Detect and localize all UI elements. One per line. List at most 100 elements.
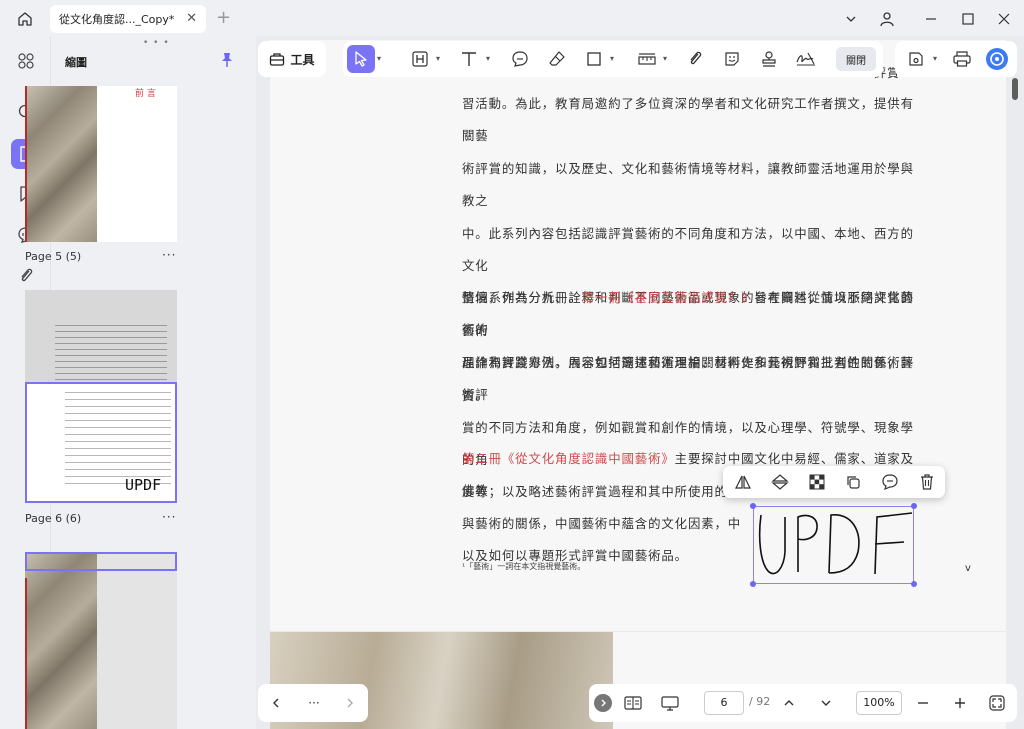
text-run: 整個系列共分九冊。 <box>462 290 582 305</box>
page-thumbnail[interactable] <box>25 552 177 729</box>
tools-button[interactable]: 工具 <box>258 41 326 77</box>
book-title-link: 第二冊《從文化角度認識中國藝術》 <box>462 451 675 466</box>
duplicate-icon[interactable] <box>841 471 865 493</box>
document-tab-title: 從文化角度認..._Copy* <box>59 13 175 26</box>
thumbnail-more-button[interactable]: ··· <box>162 248 176 262</box>
account-icon[interactable] <box>874 6 900 32</box>
page-mark: v <box>965 563 971 574</box>
flip-horizontal-icon[interactable] <box>731 471 755 493</box>
pin-icon[interactable] <box>220 52 234 72</box>
view-control-bar: 6 / 92 100% <box>589 684 1017 722</box>
save-icon[interactable] <box>902 45 930 73</box>
print-icon[interactable] <box>948 45 976 73</box>
measure-icon[interactable] <box>633 45 661 73</box>
text-line: 中。此系列內容包括認識評賞藝術的不同角度和方法，以中國、本地、西方的文化 <box>462 225 914 274</box>
previous-icon[interactable] <box>266 693 286 713</box>
text-line: 整個系列共分九冊。第一冊《甚麼是藝術評賞？》旨在闡述從情境脈絡評賞藝術的 <box>462 282 922 347</box>
toolbox-icon <box>270 53 285 66</box>
eraser-icon[interactable] <box>543 45 571 73</box>
comment-icon[interactable] <box>878 471 902 493</box>
fit-page-icon[interactable] <box>987 693 1007 713</box>
chevron-down-icon[interactable]: ▾ <box>933 54 937 63</box>
ai-assistant-icon[interactable] <box>983 45 1011 73</box>
thumbnail-image <box>25 552 97 729</box>
close-annotation-button[interactable]: 關閉 <box>836 47 876 71</box>
thumbnail-text-lines <box>55 322 167 380</box>
chevron-down-icon[interactable] <box>838 6 864 32</box>
resize-handle[interactable] <box>911 581 917 587</box>
book-title-link: 第一冊《甚麼是藝術評賞？》 <box>581 290 755 305</box>
sticker-icon[interactable] <box>718 45 746 73</box>
previous-page-icon[interactable] <box>779 693 799 713</box>
chevron-down-icon[interactable]: ▾ <box>663 54 667 63</box>
highlight-icon[interactable] <box>406 45 434 73</box>
resize-handle[interactable] <box>750 581 756 587</box>
page-total: / 92 <box>749 695 771 708</box>
thumbnail-signature: UPDF <box>125 476 162 494</box>
page-nav-bar: ··· <box>258 684 368 722</box>
signature-context-toolbar <box>723 466 945 498</box>
annotation-toolbar: ▾ ▾ ▾ ▾ ▾ 關閉 <box>343 41 883 77</box>
footnote: ¹「藝術」一詞在本文指視覺藝術。 <box>462 562 586 571</box>
thumbnail-text-lines <box>65 388 171 488</box>
thumbnail-label: Page 5 (5) <box>25 250 82 263</box>
collapse-icon[interactable] <box>594 694 612 712</box>
chevron-down-icon[interactable]: ▾ <box>377 54 381 63</box>
thumbnail-page-area <box>97 552 177 729</box>
attach-file-icon[interactable] <box>681 45 709 73</box>
resize-handle[interactable] <box>750 503 756 509</box>
signature-icon[interactable] <box>792 45 820 73</box>
close-tab-icon[interactable]: ✕ <box>186 11 197 26</box>
page-layout-icon[interactable] <box>623 693 643 713</box>
resize-handle[interactable] <box>911 503 917 509</box>
thumbnail-panel-title: 縮圖 <box>65 56 87 69</box>
text-icon[interactable] <box>455 45 483 73</box>
shape-icon[interactable] <box>580 45 608 73</box>
maximize-icon[interactable] <box>955 6 981 32</box>
close-window-icon[interactable] <box>991 6 1017 32</box>
file-toolbar: ▾ <box>895 41 1017 77</box>
presentation-icon[interactable] <box>660 693 680 713</box>
thumbnail-heading: 前 言 <box>135 89 156 99</box>
signature-annotation[interactable] <box>750 503 917 587</box>
stamp-icon[interactable] <box>755 45 783 73</box>
opacity-icon[interactable] <box>805 471 829 493</box>
page-thumbnail[interactable]: 前 言 <box>25 86 177 242</box>
select-icon[interactable] <box>347 45 375 73</box>
home-icon[interactable] <box>12 6 38 32</box>
text-line: 理論和實踐方法。內容包括簡述藝術理論、藝術史和藝術評賞三者的關係；藝術評 <box>462 354 914 403</box>
thumbnail-red-rule <box>25 86 27 242</box>
thumbnail-selected-region: UPDF <box>25 382 177 503</box>
sticky-note-icon[interactable] <box>506 45 534 73</box>
document-tab[interactable]: 從文化角度認..._Copy* ✕ <box>50 5 206 33</box>
next-icon[interactable] <box>340 693 360 713</box>
page-thumbnail[interactable]: UPDF <box>25 290 177 503</box>
next-page-icon[interactable] <box>816 693 836 713</box>
chevron-down-icon[interactable]: ▾ <box>486 54 490 63</box>
apps-icon[interactable] <box>11 46 41 76</box>
text-line: 術評賞的知識，以及歷史、文化和藝術情境等材料，讓教師靈活地運用於學與教之 <box>462 160 914 209</box>
thumbnail-more-button[interactable]: ··· <box>162 510 176 524</box>
tools-label: 工具 <box>290 52 315 67</box>
zoom-level[interactable]: 100% <box>856 691 902 715</box>
title-bar: 從文化角度認..._Copy* ✕ + <box>0 0 1024 36</box>
thumbnail-red-rule <box>25 578 27 729</box>
page-number-input[interactable]: 6 <box>704 691 744 715</box>
text-line: 習活動。為此，教育局邀約了多位資深的學者和文化研究工作者撰文，提供有關藝 <box>462 96 914 144</box>
panel-resize-handle[interactable]: • • • <box>143 38 170 48</box>
thumbnail-image <box>25 86 97 242</box>
minimize-icon[interactable] <box>918 6 944 32</box>
vertical-scrollbar[interactable] <box>1012 78 1018 100</box>
thumbnail-drop-indicator <box>25 552 177 571</box>
flip-vertical-icon[interactable] <box>768 471 792 493</box>
chevron-down-icon[interactable]: ▾ <box>436 54 440 63</box>
signature-ink <box>758 512 913 575</box>
zoom-out-icon[interactable] <box>913 693 933 713</box>
delete-icon[interactable] <box>915 471 939 493</box>
more-button[interactable]: ··· <box>304 693 324 713</box>
zoom-in-icon[interactable] <box>950 693 970 713</box>
new-tab-button[interactable]: + <box>216 7 231 28</box>
chevron-down-icon[interactable]: ▾ <box>610 54 614 63</box>
thumbnail-label: Page 6 (6) <box>25 512 82 525</box>
attachment-icon[interactable] <box>11 261 41 291</box>
